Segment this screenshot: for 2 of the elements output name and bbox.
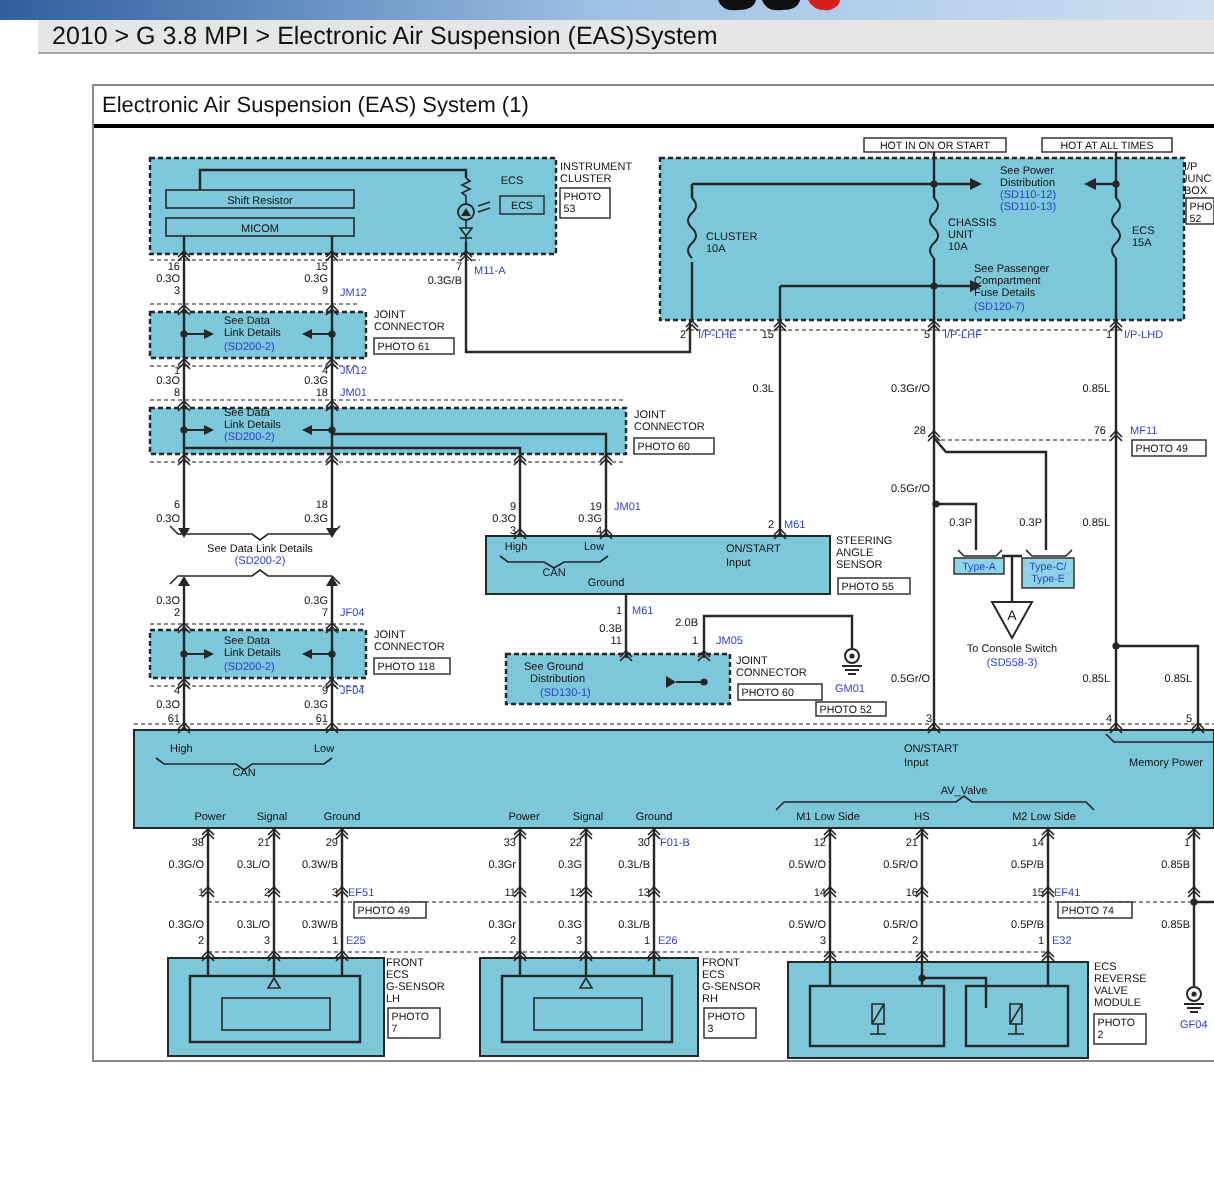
diagram-title: Electronic Air Suspension (EAS) System (1) <box>94 86 1214 128</box>
breadcrumb-trail: 2010 > G 3.8 MPI > Electronic Air Suspension (EAS)System <box>38 20 1214 54</box>
